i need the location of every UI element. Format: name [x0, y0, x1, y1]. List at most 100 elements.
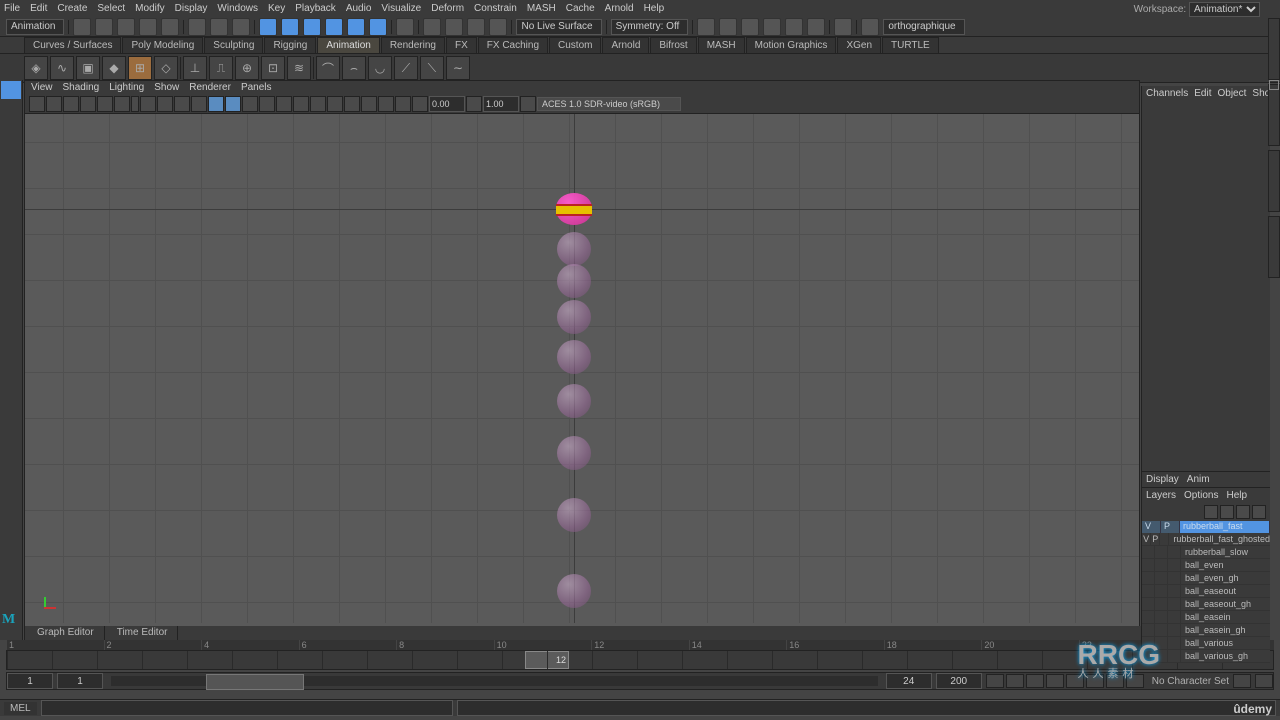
menu-windows[interactable]: Windows [217, 0, 258, 18]
shelf-tab-curves[interactable]: Curves / Surfaces [24, 37, 121, 53]
vp-menu-panels[interactable]: Panels [241, 81, 272, 95]
snap-view-icon[interactable] [369, 18, 387, 36]
select-mode-icon[interactable] [188, 18, 206, 36]
script-lang-label[interactable]: MEL [4, 702, 37, 715]
vp-resolution-gate-icon[interactable] [174, 96, 190, 112]
shelf-tangent3-icon[interactable]: ◡ [368, 56, 392, 80]
layer-row[interactable]: rubberball_slow [1142, 546, 1270, 559]
character-set-dropdown[interactable]: No Character Set [1152, 676, 1229, 687]
layer-new-selected-icon[interactable] [1252, 505, 1266, 519]
layer-row[interactable]: ball_easeout [1142, 585, 1270, 598]
range-end-outer[interactable] [936, 673, 982, 689]
menu-display[interactable]: Display [175, 0, 208, 18]
shelf-tab-bifrost[interactable]: Bifrost [650, 37, 696, 53]
shelf-tangent4-icon[interactable]: ⟋ [394, 56, 418, 80]
toggle-modeling-toolkit-icon[interactable] [1268, 216, 1280, 278]
key-back-icon[interactable] [1026, 674, 1044, 688]
shelf-bake-icon[interactable]: ⊞ [128, 56, 152, 80]
shelf-lattice-icon[interactable]: ⊡ [261, 56, 285, 80]
vp-xray-joints-icon[interactable] [327, 96, 343, 112]
lasso-tool-icon[interactable] [1, 100, 21, 118]
shelf-tab-rigging[interactable]: Rigging [264, 37, 316, 53]
menu-constrain[interactable]: Constrain [474, 0, 517, 18]
snap-plane-icon[interactable] [325, 18, 343, 36]
shelf-constraint-icon[interactable]: ⎍ [209, 56, 233, 80]
snap-grid-icon[interactable] [259, 18, 277, 36]
pause-icon[interactable] [834, 18, 852, 36]
shelf-tangent6-icon[interactable]: ∼ [446, 56, 470, 80]
shelf-playblast-icon[interactable]: ▣ [76, 56, 100, 80]
layer-row[interactable]: ball_various [1142, 637, 1270, 650]
range-track[interactable] [111, 676, 878, 686]
menu-edit[interactable]: Edit [30, 0, 47, 18]
shelf-tangent5-icon[interactable]: ⟍ [420, 56, 444, 80]
layer-row[interactable]: ball_even_gh [1142, 572, 1270, 585]
layout6-icon[interactable] [807, 18, 825, 36]
shelf-tab-rendering[interactable]: Rendering [381, 37, 445, 53]
vp-menu-renderer[interactable]: Renderer [189, 81, 231, 95]
account-icon[interactable] [861, 18, 879, 36]
cb-tab-object[interactable]: Object [1218, 88, 1247, 99]
open-scene-icon[interactable] [95, 18, 113, 36]
ipr-icon[interactable] [467, 18, 485, 36]
snap-curve-icon[interactable] [281, 18, 299, 36]
shelf-tab-custom[interactable]: Custom [549, 37, 601, 53]
layout4-icon[interactable] [763, 18, 781, 36]
lasso-icon[interactable] [210, 18, 228, 36]
range-end-inner[interactable] [886, 673, 932, 689]
toggle-tool-settings-icon[interactable] [1268, 84, 1280, 146]
shelf-key-icon[interactable]: ◆ [102, 56, 126, 80]
shelf-tab-mash[interactable]: MASH [698, 37, 745, 53]
tab-graph-editor[interactable]: Graph Editor [27, 626, 105, 640]
layer-move-up-icon[interactable] [1204, 505, 1218, 519]
vp-ssao-icon[interactable] [378, 96, 394, 112]
range-start-outer[interactable] [7, 673, 53, 689]
save-scene-icon[interactable] [117, 18, 135, 36]
layer-menu-help[interactable]: Help [1226, 490, 1247, 501]
vp-view-transform-icon[interactable] [520, 96, 536, 112]
shelf-setkey-icon[interactable]: ◇ [154, 56, 178, 80]
move-tool-icon[interactable] [1, 119, 21, 137]
shelf-tab-fxcaching[interactable]: FX Caching [478, 37, 548, 53]
vp-shaded-icon[interactable] [225, 96, 241, 112]
shelf-motion-trail-icon[interactable]: ∿ [50, 56, 74, 80]
menu-mash[interactable]: MASH [527, 0, 556, 18]
range-handle[interactable] [206, 674, 304, 690]
shelf-tab-poly[interactable]: Poly Modeling [122, 37, 203, 53]
shelf-tab-arnold[interactable]: Arnold [602, 37, 649, 53]
vp-exposure-field[interactable] [429, 96, 465, 112]
outliner-pane-icon[interactable] [1, 303, 21, 321]
snap-live-icon[interactable] [347, 18, 365, 36]
rotate-tool-icon[interactable] [1, 138, 21, 156]
layer-row[interactable]: ball_easeout_gh [1142, 598, 1270, 611]
layer-menu-options[interactable]: Options [1184, 490, 1218, 501]
vp-wireframe-icon[interactable] [208, 96, 224, 112]
layer-selected-header[interactable]: rubberball_fast [1180, 521, 1270, 533]
vp-2d-pan-icon[interactable] [97, 96, 113, 112]
snap-point-icon[interactable] [303, 18, 321, 36]
play-back-icon[interactable] [1046, 674, 1064, 688]
menu-help[interactable]: Help [644, 0, 665, 18]
vp-gamma-icon[interactable] [466, 96, 482, 112]
vp-dof-icon[interactable] [395, 96, 411, 112]
lock-icon[interactable] [396, 18, 414, 36]
layout5-icon[interactable] [785, 18, 803, 36]
menu-create[interactable]: Create [57, 0, 87, 18]
shelf-tab-fx[interactable]: FX [446, 37, 477, 53]
layer-row[interactable]: ball_easein [1142, 611, 1270, 624]
shelf-tab-animation[interactable]: Animation [317, 37, 379, 53]
construction-history-icon[interactable] [423, 18, 441, 36]
four-pane-icon[interactable] [1, 265, 21, 283]
prefs-icon[interactable] [1255, 674, 1273, 688]
toggle-attr-editor-icon[interactable] [1268, 18, 1280, 80]
menu-arnold[interactable]: Arnold [605, 0, 634, 18]
vp-film-gate-icon[interactable] [157, 96, 173, 112]
command-input[interactable] [41, 700, 453, 716]
shelf-ghost-icon[interactable]: ◈ [24, 56, 48, 80]
vp-exposure-icon[interactable] [412, 96, 428, 112]
shelf-tangent1-icon[interactable]: ⌒ [316, 56, 340, 80]
layer-menu-layers[interactable]: Layers [1146, 490, 1176, 501]
cb-tab-edit[interactable]: Edit [1194, 88, 1211, 99]
menu-visualize[interactable]: Visualize [381, 0, 421, 18]
vp-gate-mask-icon[interactable] [191, 96, 207, 112]
